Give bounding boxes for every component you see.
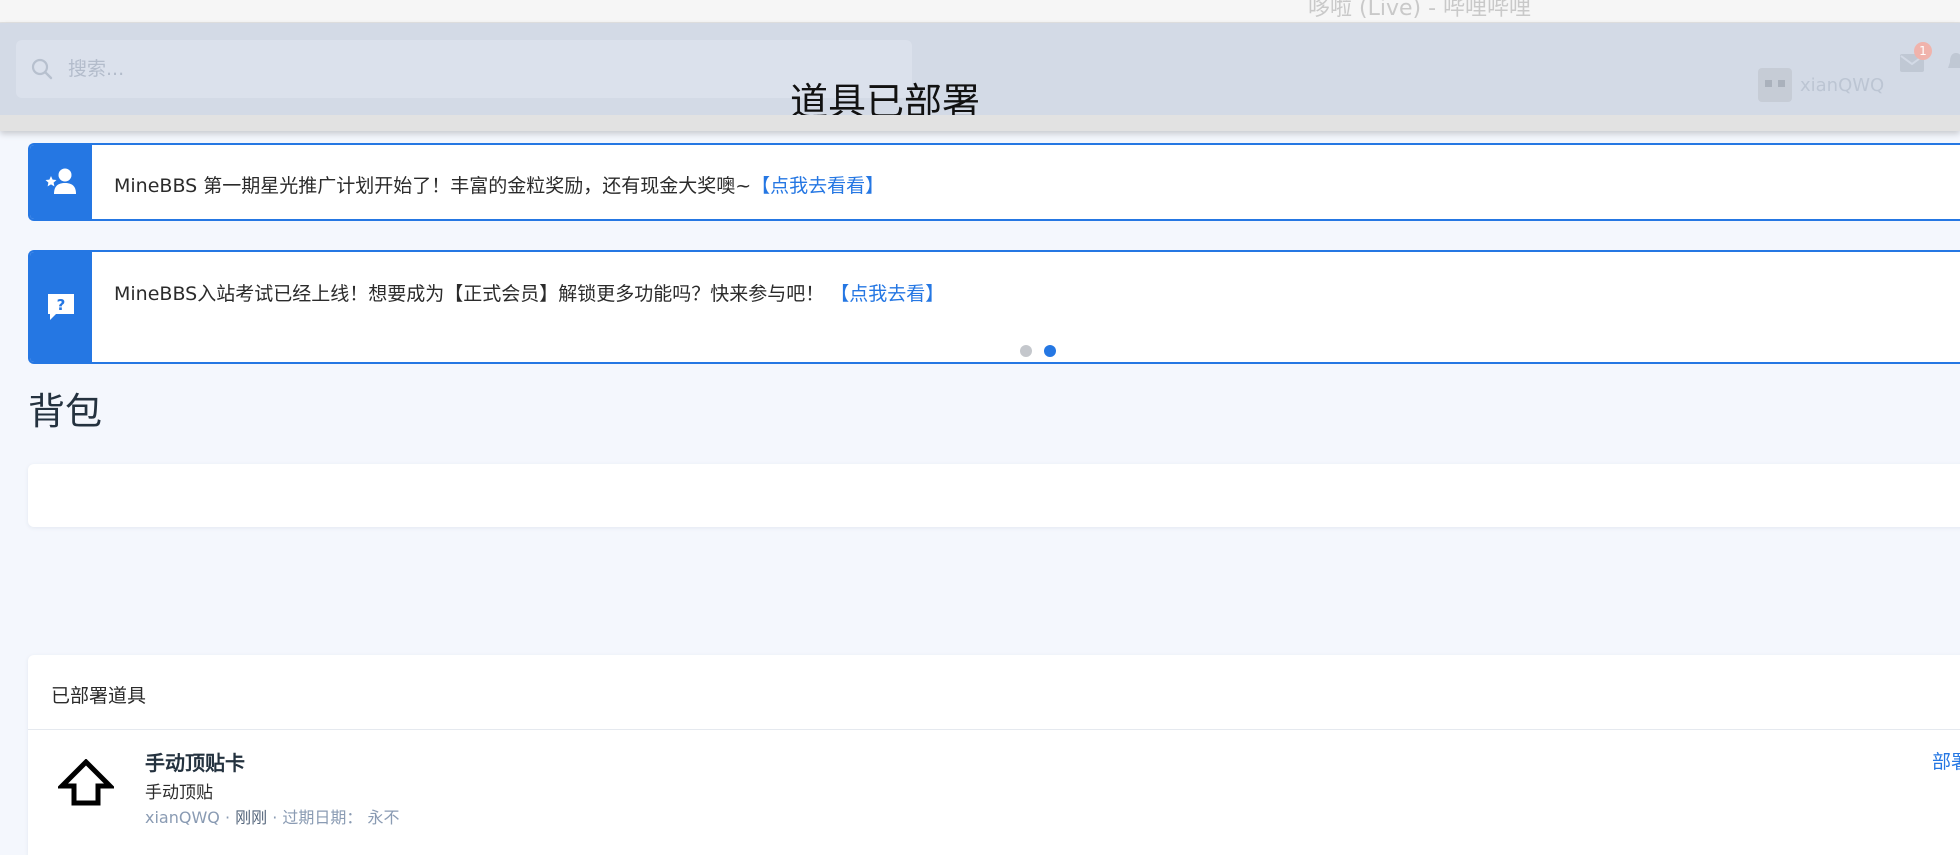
- item-description: 手动顶贴: [145, 783, 213, 803]
- pager-dot-1[interactable]: [1020, 345, 1032, 357]
- item-expiry-value: 永不: [367, 808, 400, 827]
- page-title: 背包: [28, 390, 102, 433]
- arrow-up-outline-icon: [58, 759, 114, 806]
- search-box[interactable]: [16, 40, 912, 98]
- item-user-link[interactable]: xianQWQ: [145, 808, 220, 827]
- item-name[interactable]: 手动顶贴卡: [145, 747, 245, 776]
- mail-unread-badge: 1: [1914, 42, 1932, 60]
- deployed-items-header: 已部署道具: [28, 655, 1960, 730]
- deployed-item-row: 手动顶贴卡 手动顶贴 xianQWQ · 刚刚 · 过期日期： 永不 部署: [28, 730, 1960, 855]
- deployed-items-title: 已部署道具: [51, 685, 147, 707]
- notice-text: MineBBS 第一期星光推广计划开始了！丰富的金粒奖励，还有现金大奖噢~: [114, 175, 752, 197]
- bell-icon[interactable]: [1946, 50, 1960, 76]
- user-menu[interactable]: xianQWQ: [1758, 68, 1884, 102]
- notice-icon-panel: ?: [30, 252, 92, 362]
- notice-star-promo: MineBBS 第一期星光推广计划开始了！丰富的金粒奖励，还有现金大奖噢~【点我…: [28, 143, 1960, 221]
- pager-dot-2-active[interactable]: [1044, 345, 1056, 357]
- notice-icon-panel: [30, 145, 92, 219]
- item-meta: xianQWQ · 刚刚 · 过期日期： 永不: [145, 808, 400, 827]
- user-star-icon: [45, 168, 76, 194]
- backpack-panel: [28, 464, 1960, 527]
- header-bottom-band: [0, 115, 1960, 131]
- notice-link[interactable]: 【点我去看】: [830, 283, 944, 305]
- item-deploy-link[interactable]: 部署: [1932, 747, 1960, 774]
- site-header: 道具已部署 xianQWQ: [0, 23, 1960, 131]
- avatar: [1758, 68, 1792, 102]
- search-input[interactable]: [66, 57, 570, 81]
- username: xianQWQ: [1800, 74, 1885, 96]
- item-time: 刚刚: [235, 808, 268, 827]
- notice-text: MineBBS入站考试已经上线！想要成为【正式会员】解锁更多功能吗？快来参与吧！: [114, 283, 825, 305]
- notice-link[interactable]: 【点我去看看】: [751, 175, 884, 197]
- item-expiry-label: 过期日期：: [282, 808, 363, 827]
- svg-text:?: ?: [57, 296, 66, 314]
- window-title: 哆啦 (Live) - 哔哩哔哩: [1308, 0, 1532, 21]
- window-title-strip: 哆啦 (Live) - 哔哩哔哩: [0, 0, 1960, 23]
- notice-member-exam: ? MineBBS入站考试已经上线！想要成为【正式会员】解锁更多功能吗？快来参与…: [28, 250, 1960, 364]
- help-chat-icon: ?: [48, 294, 74, 320]
- deployed-items-block: 已部署道具 手动顶贴卡 手动顶贴 xianQWQ · 刚刚 · 过期日期： 永不…: [28, 655, 1960, 855]
- search-icon: [31, 58, 53, 80]
- notice-pager: [1020, 345, 1068, 357]
